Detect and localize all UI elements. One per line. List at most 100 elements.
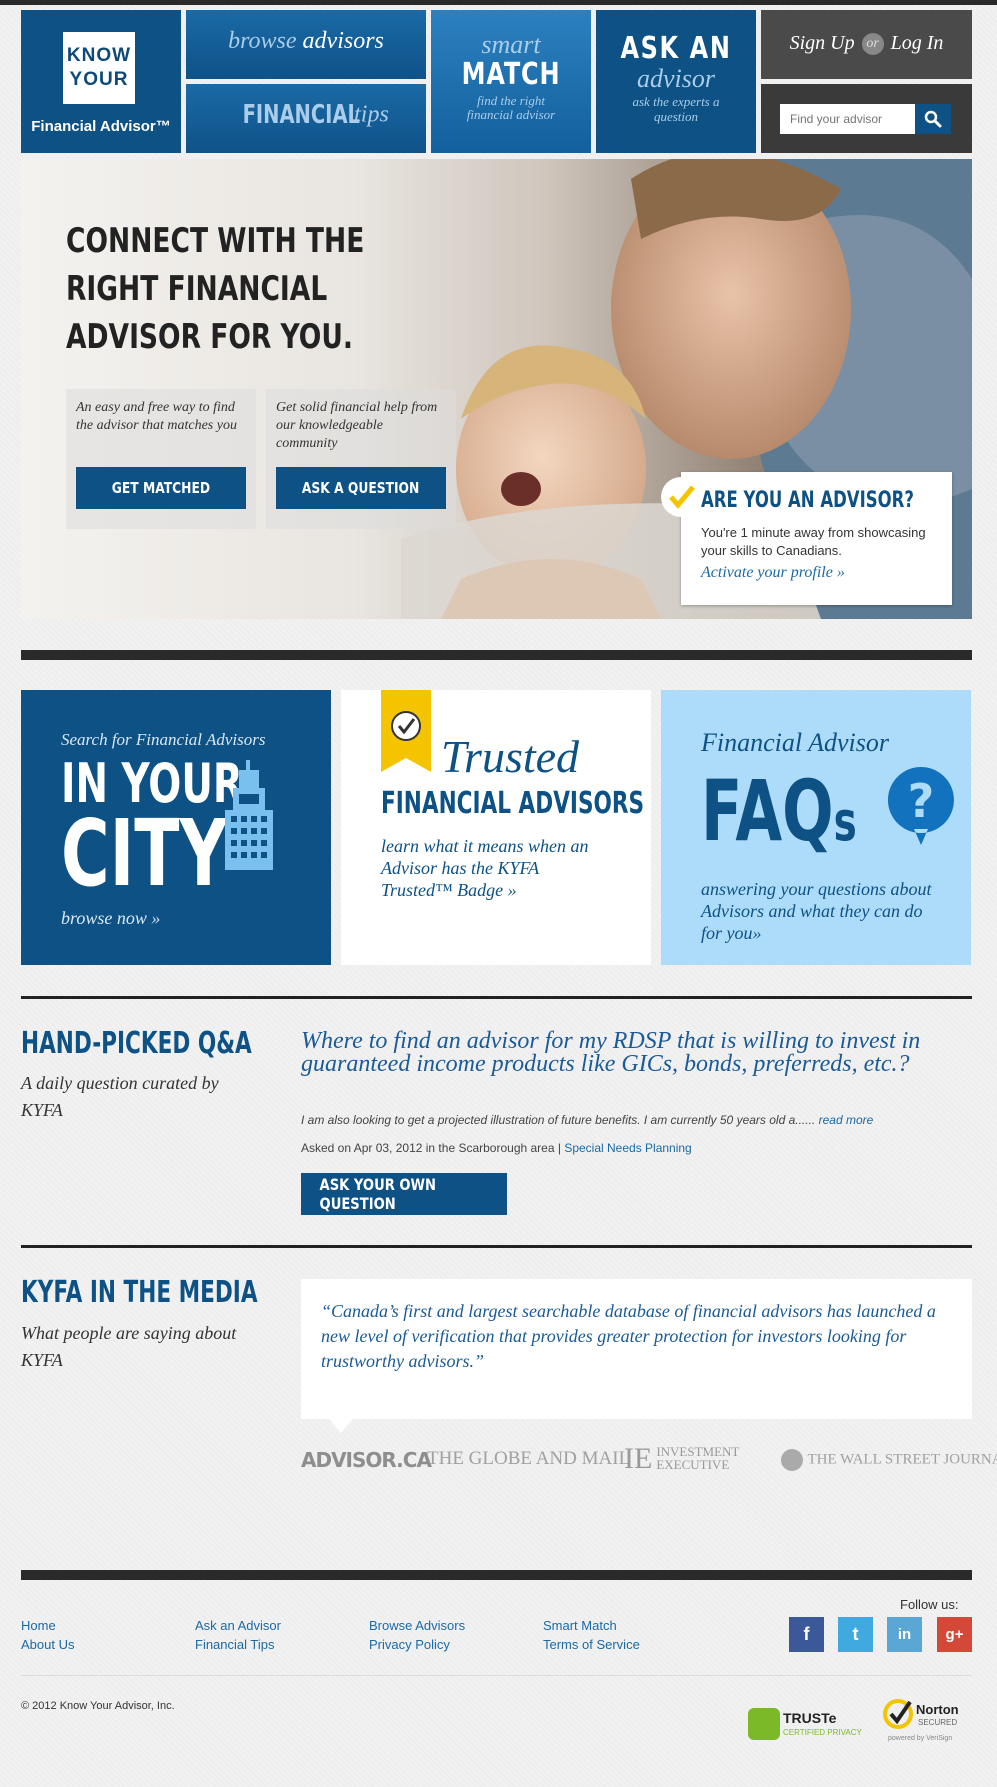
qa-heading: HAND-PICKED Q&A [21,1026,252,1061]
qa-excerpt: I am also looking to get a projected ill… [301,1113,816,1127]
get-matched-label: GET MATCHED [111,479,211,497]
logo-name: Financial Advisor™ [31,118,171,135]
verisign-label: powered by VeriSign [888,1735,953,1742]
footer-link-browse[interactable]: Browse Advisors [369,1618,465,1633]
truste-logo-icon [748,1708,780,1740]
get-matched-button[interactable]: GET MATCHED [76,467,246,509]
nav-browse-word1: browse [228,28,297,54]
logo-line-1: KNOW [66,45,132,66]
qa-category-link[interactable]: Special Needs Planning [564,1141,691,1155]
ask-question-label: ASK A QUESTION [302,479,420,497]
login-link[interactable]: Log In [891,32,944,54]
qa-meta: Asked on Apr 03, 2012 in the Scarborough… [301,1141,561,1155]
section-divider [21,650,972,660]
norton-badge[interactable]: Norton SECURED powered by VeriSign [882,1698,974,1748]
nav-financial-tips[interactable]: FINANCIAL tips [186,84,426,153]
ask-own-question-label: ASK YOUR OWN QUESTION [319,1175,436,1213]
qa-subtitle: A daily question curated by KYFA [21,1073,219,1120]
signup-link[interactable]: Sign Up [790,32,855,54]
check-badge [661,477,701,517]
trusted-word: Trusted [441,731,580,782]
footer-rule [21,1675,972,1676]
nav-ask-word2: advisor [637,64,715,93]
hero-card-match: An easy and free way to find the advisor… [66,389,256,529]
hero-card-ask: Get solid financial help from our knowle… [266,389,456,529]
faq-lead: Financial Advisor [701,728,890,757]
logo-globe-and-mail: THE GLOBE AND MAIL [427,1448,631,1469]
hero-banner: CONNECT WITH THE RIGHT FINANCIAL ADVISOR… [21,159,972,619]
media-heading: KYFA IN THE MEDIA [21,1275,258,1310]
nav-match-word2: MATCH [461,57,561,92]
twitter-icon[interactable]: t [838,1617,873,1652]
building-icon [225,760,273,870]
advisor-callout-title: ARE YOU AN ADVISOR? [701,488,914,513]
wsj-seal-icon [781,1449,803,1471]
nav-ask-advisor[interactable]: ASK AN advisor ask the experts a questio… [596,10,756,153]
facebook-icon[interactable]: f [789,1617,824,1652]
advisor-callout: ARE YOU AN ADVISOR? You're 1 minute away… [661,472,952,605]
ask-own-question-button[interactable]: ASK YOUR OWN QUESTION [301,1173,507,1215]
feature-city[interactable]: Search for Financial Advisors IN YOUR CI… [21,690,331,965]
faq-big: FAQ [701,762,834,860]
search-button[interactable] [915,104,951,134]
faq-small: s [833,790,857,853]
footer-link-ask[interactable]: Ask an Advisor [195,1618,281,1633]
nav-match-word1: smart [481,30,541,59]
logo-line-2: YOUR [69,69,129,90]
nav-ask-sub: ask the experts a question [632,94,720,124]
linkedin-icon[interactable]: in [887,1617,922,1652]
footer-link-home[interactable]: Home [21,1618,56,1633]
feature-trusted[interactable]: Trusted FINANCIAL ADVISORS learn what it… [341,690,651,965]
qa-question-link[interactable]: Where to find an advisor for my RDSP tha… [301,1029,972,1076]
norton-check-icon [883,1699,913,1729]
trusted-badge-icon [381,690,431,772]
activate-profile-link[interactable]: Activate your profile » [701,564,845,582]
logo-wsj: THE WALL STREET JOURNAL [781,1449,997,1471]
footer-link-about[interactable]: About Us [21,1637,74,1652]
svg-text:?: ? [908,774,935,828]
logo-mark: KNOW YOUR [63,32,135,104]
nav-match-sub: find the right financial advisor [466,93,556,122]
checkmark-icon [669,485,695,509]
footer-link-privacy[interactable]: Privacy Policy [369,1637,450,1652]
feature-faq[interactable]: Financial Advisor FAQs ? answering your … [661,690,971,965]
auth-panel: Sign Up or Log In [761,10,972,79]
city-line2: CITY [61,800,228,907]
trusted-text: learn what it means when an Advisor has … [381,836,589,900]
browse-now-link[interactable]: browse now » [61,908,160,929]
truste-badge[interactable]: TRUSTe CERTIFIED PRIVACY [748,1708,864,1742]
ask-question-button[interactable]: ASK A QUESTION [276,467,446,509]
footer-link-terms[interactable]: Terms of Service [543,1637,640,1652]
nav-browse-word2: advisors [302,28,384,54]
norton-sub: SECURED [918,1718,958,1727]
hero-card-ask-text: Get solid financial help from our knowle… [276,400,438,451]
search-input[interactable] [780,104,915,134]
logo-wsj-text: THE WALL STREET JOURNAL [807,1451,997,1468]
city-lead: Search for Financial Advisors [61,730,266,749]
nav-browse-advisors[interactable]: browse advisors [186,10,426,79]
hero-card-match-text: An easy and free way to find the advisor… [76,400,237,433]
media-divider [21,1245,972,1248]
copyright: © 2012 Know Your Advisor, Inc. [21,1700,175,1712]
top-bar [0,0,997,5]
logo-ie-text: INVESTMENT EXECUTIVE [656,1444,740,1472]
logo-advisor-ca: ADVISOR.CA [301,1448,432,1472]
trusted-subtitle: FINANCIAL ADVISORS [381,786,645,821]
nav-tips-word1: FINANCIAL [242,100,361,130]
nav-smart-match[interactable]: smart MATCH find the right financial adv… [431,10,591,153]
truste-sub: CERTIFIED PRIVACY [783,1728,862,1737]
footer-divider [21,1570,972,1580]
question-mark-icon: ? [887,767,954,845]
media-quote: “Canada’s first and largest searchable d… [301,1279,972,1433]
qa-divider [21,996,972,999]
footer-link-tips[interactable]: Financial Tips [195,1637,274,1652]
or-badge: or [861,33,884,55]
google-plus-icon[interactable]: g+ [937,1617,972,1652]
read-more-link[interactable]: read more [819,1113,874,1127]
footer-link-smart-match[interactable]: Smart Match [543,1618,617,1633]
search-icon [924,110,942,128]
media-subtitle: What people are saying about KYFA [21,1323,237,1370]
site-logo[interactable]: KNOW YOUR Financial Advisor™ [21,10,181,153]
advisor-callout-text: You're 1 minute away from showcasing you… [701,525,926,558]
logo-investment-executive: IE INVESTMENT EXECUTIVE [624,1444,768,1474]
